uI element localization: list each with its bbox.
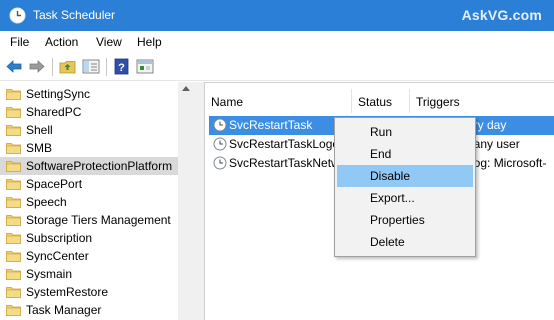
menu-help[interactable]: Help [137,35,162,49]
column-header-name[interactable]: Name [205,89,352,113]
task-name: SvcRestartTask [229,118,313,132]
tree-item[interactable]: SharedPC [0,103,178,121]
tree-item[interactable]: Task Manager [0,301,178,319]
tree-item-label: SystemRestore [26,285,109,299]
tree-item[interactable]: Subscription [0,229,178,247]
tree-scrollbar[interactable] [178,82,194,320]
tree-item[interactable]: SyncCenter [0,247,178,265]
context-menu: Run End Disable Export... Properties Delete [334,117,476,257]
folder-tree: SettingSync SharedPC Shell SMB SoftwareProte… [0,82,194,320]
tree-item-label: SpacePort [26,177,83,191]
back-arrow-icon[interactable] [5,58,23,75]
task-clock-icon [213,118,227,132]
task-name: SvcRestartTaskNetw [229,156,340,170]
tree-item-label: SharedPC [26,105,82,119]
svg-text:?: ? [118,62,125,74]
folder-icon [6,197,21,208]
folder-icon [6,233,21,244]
menu-bar: File Action View Help [0,31,554,53]
menu-item-disable[interactable]: Disable [337,165,473,187]
scroll-up-arrow-icon[interactable] [182,86,190,91]
properties-icon[interactable] [136,58,154,75]
tree-item-label: Task Manager [26,303,102,317]
menu-item-label: End [370,147,392,161]
tree-item-label: SoftwareProtectionPlatform [26,159,173,173]
folder-icon [6,305,21,316]
menu-item-label: Properties [370,213,425,227]
task-clock-icon [213,156,227,170]
tree-item-label: Storage Tiers Management [26,213,171,227]
toolbar: ? [0,53,554,81]
tree-item[interactable]: Storage Tiers Management [0,211,178,229]
folder-icon [6,269,21,280]
window-title: Task Scheduler [33,8,116,22]
folder-icon [6,143,21,154]
menu-item-end[interactable]: End [337,143,473,165]
folder-icon [6,125,21,136]
folder-icon [6,287,21,298]
column-header-status[interactable]: Status [352,89,410,113]
tree-item-label: SyncCenter [26,249,89,263]
task-trigger: Log: Microsoft- [467,156,547,170]
task-clock-icon [213,137,227,151]
tree-item[interactable]: SystemRestore [0,283,178,301]
tree-item[interactable]: SpacePort [0,175,178,193]
folder-icon [6,179,21,190]
tree-item-label: Sysmain [26,267,73,281]
tree-item-label: Subscription [26,231,93,245]
menu-item-label: Disable [370,169,411,183]
folder-icon [6,107,21,118]
tree-item[interactable]: Shell [0,121,178,139]
menu-item-run[interactable]: Run [337,121,473,143]
menu-item-label: Delete [370,235,405,249]
menu-action[interactable]: Action [45,35,78,49]
pane-splitter[interactable] [194,82,204,320]
tree-item[interactable]: SoftwareProtectionPlatform [0,157,178,175]
help-icon[interactable]: ? [113,58,131,75]
menu-item-export[interactable]: Export... [337,187,473,209]
menu-item-label: Export... [370,191,415,205]
title-bar: Task Scheduler AskVG.com [0,0,554,31]
menu-item-label: Run [370,125,393,139]
toolbar-separator [52,58,53,76]
tree-item[interactable]: SettingSync [0,85,178,103]
menu-view[interactable]: View [96,35,122,49]
tree-item-label: Shell [26,123,53,137]
menu-item-properties[interactable]: Properties [337,209,473,231]
tree-item-label: SettingSync [26,87,91,101]
forward-arrow-icon[interactable] [28,58,46,75]
tree-item[interactable]: Speech [0,193,178,211]
folder-icon [6,215,21,226]
show-hide-tree-icon[interactable] [82,58,100,75]
watermark: AskVG.com [461,7,542,23]
folder-up-icon[interactable] [59,58,77,75]
menu-file[interactable]: File [10,35,29,49]
tree-item[interactable]: Sysmain [0,265,178,283]
tree-item-label: SMB [26,141,53,155]
toolbar-separator [106,58,107,76]
folder-icon [6,161,21,172]
tree-item[interactable]: SMB [0,139,178,157]
task-name: SvcRestartTaskLogon [229,137,346,151]
tree-item-label: Speech [26,195,67,209]
task-scheduler-icon [9,7,26,24]
column-header-triggers[interactable]: Triggers [410,89,554,113]
menu-item-delete[interactable]: Delete [337,231,473,253]
folder-icon [6,251,21,262]
folder-icon [6,89,21,100]
